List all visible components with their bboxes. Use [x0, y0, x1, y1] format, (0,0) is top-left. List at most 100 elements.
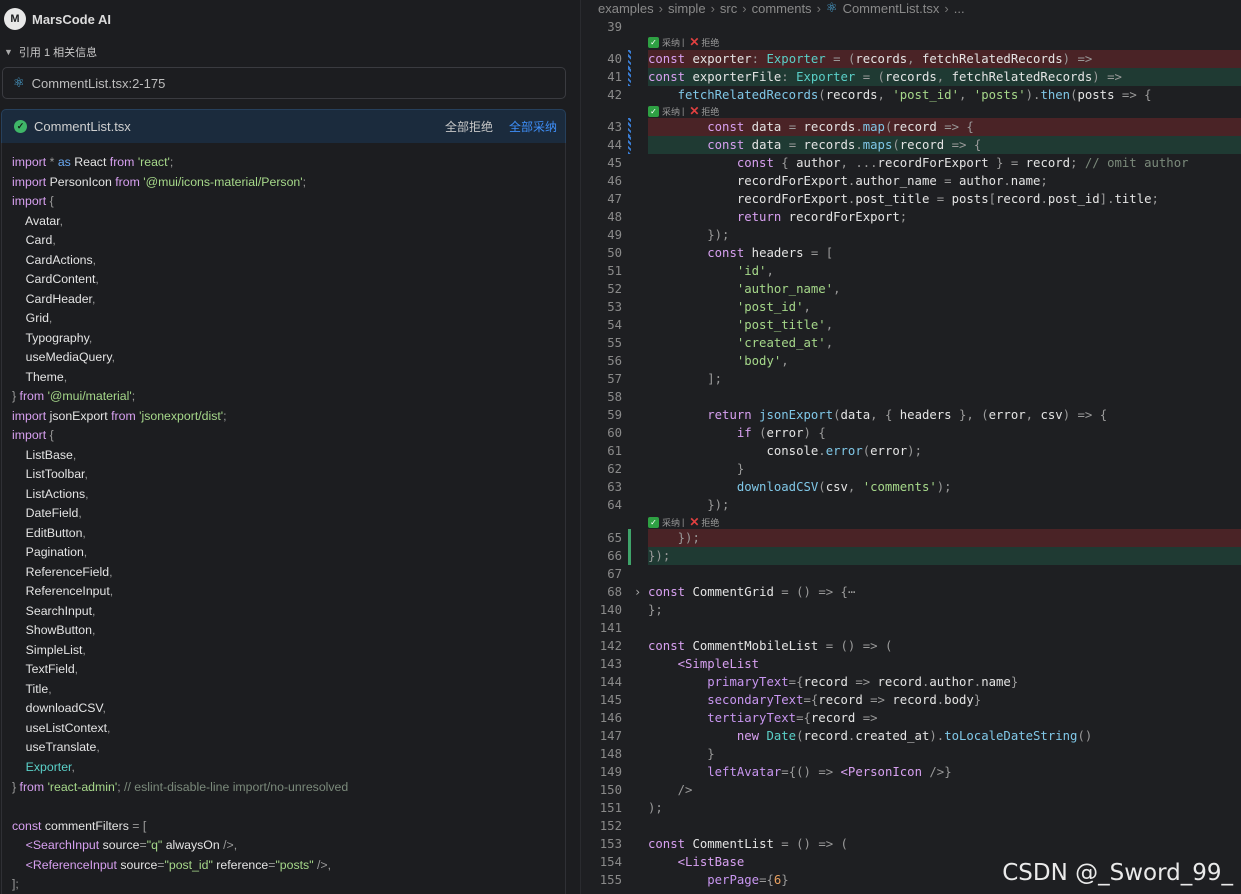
reference-toggle[interactable]: ▼ 引用 1 相关信息 [4, 44, 97, 60]
card-code-line: ListBase, [25, 447, 77, 462]
line-number: 62 [607, 462, 622, 476]
diff-gutter-marker [628, 118, 631, 136]
code-card-header: ✓ CommentList.tsx 全部拒绝 全部采纳 [1, 109, 566, 143]
code-line[interactable]: const { author, ...recordForExport } = r… [648, 154, 1241, 172]
line-number: 41 [607, 70, 622, 84]
chevron-right-icon: › [816, 0, 821, 16]
code-line[interactable]: tertiaryText={record => [648, 709, 1241, 727]
code-line[interactable]: ]; [648, 370, 1241, 388]
line-number: 147 [599, 729, 622, 743]
card-code-line: EditButton, [25, 525, 86, 540]
breadcrumb-item[interactable]: examples [598, 1, 654, 16]
code-line[interactable]: return recordForExport; [648, 208, 1241, 226]
code-line[interactable]: } [648, 460, 1241, 478]
code-line[interactable]: const CommentMobileList = () => ( [648, 637, 1241, 655]
inline-diff-actions: ✓ 采纳 | ✕ 拒绝 [648, 104, 719, 118]
code-line[interactable]: recordForExport.post_title = posts[recor… [648, 190, 1241, 208]
card-code-line: downloadCSV, [25, 701, 106, 716]
breadcrumb-item[interactable]: comments [752, 1, 812, 16]
action-divider: | [682, 517, 685, 527]
line-number: 56 [607, 354, 622, 368]
line-number: 153 [599, 837, 622, 851]
accept-button[interactable]: 采纳 [662, 105, 680, 118]
ai-chat-panel: M MarsCode AI ▼ 引用 1 相关信息 ⚛ CommentList.… [0, 0, 581, 894]
watermark: CSDN @_Sword_99_ [1002, 860, 1233, 886]
line-number: 60 [607, 426, 622, 440]
accept-all-button[interactable]: 全部采纳 [509, 118, 557, 135]
code-line[interactable]: }; [648, 601, 1241, 619]
card-code-line: SearchInput, [25, 603, 96, 618]
card-code-line: CardContent, [25, 272, 99, 287]
code-line[interactable]: return jsonExport(data, { headers }, (er… [648, 406, 1241, 424]
code-line[interactable] [648, 619, 1241, 637]
code-line[interactable]: console.error(error); [648, 442, 1241, 460]
check-box-icon: ✓ [648, 36, 659, 48]
card-code-line: ListActions, [25, 486, 89, 501]
card-code-line: Avatar, [25, 213, 64, 228]
breadcrumb-item[interactable]: CommentList.tsx [843, 1, 940, 16]
code-line[interactable]: <SimpleList [648, 655, 1241, 673]
code-line[interactable]: fetchRelatedRecords(records, 'post_id', … [648, 86, 1241, 104]
deleted-code-line[interactable]: }); [648, 529, 1241, 547]
fold-chevron-icon[interactable]: › [634, 583, 641, 601]
breadcrumb-item[interactable]: simple [668, 1, 706, 16]
card-code-line: Card, [25, 233, 56, 248]
deleted-code-line[interactable]: const data = records.map(record => { [648, 118, 1241, 136]
added-code-line[interactable]: const data = records.maps(record => { [648, 136, 1241, 154]
breadcrumb-item[interactable]: src [720, 1, 737, 16]
code-line[interactable]: 'body', [648, 352, 1241, 370]
reject-button[interactable]: 拒绝 [701, 105, 719, 118]
card-code-line [12, 797, 565, 817]
code-line[interactable]: new Date(record.created_at).toLocaleDate… [648, 727, 1241, 745]
code-line[interactable]: 'post_title', [648, 316, 1241, 334]
code-line[interactable] [648, 565, 1241, 583]
line-number: 49 [607, 228, 622, 242]
inline-diff-actions: ✓ 采纳 | ✕ 拒绝 [648, 35, 719, 49]
file-reference-chip[interactable]: ⚛ CommentList.tsx:2-175 [2, 67, 566, 99]
code-line[interactable]: }); [648, 496, 1241, 514]
card-code-line: <SearchInput source="q" alwaysOn />, [25, 838, 238, 853]
code-line[interactable]: secondaryText={record => record.body} [648, 691, 1241, 709]
line-number: 54 [607, 318, 622, 332]
code-line[interactable]: }); [648, 226, 1241, 244]
accept-button[interactable]: 采纳 [662, 36, 680, 49]
line-number: 144 [599, 675, 622, 689]
chevron-down-icon: ▼ [4, 47, 13, 57]
added-code-line[interactable]: const exporterFile: Exporter = (records,… [648, 68, 1241, 86]
reject-button[interactable]: 拒绝 [701, 516, 719, 529]
line-number: 39 [607, 20, 622, 34]
action-divider: | [682, 37, 685, 47]
breadcrumb-item[interactable]: ... [954, 1, 965, 16]
card-code-line: import jsonExport from 'jsonexport/dist'… [12, 408, 227, 423]
reject-all-button[interactable]: 全部拒绝 [445, 118, 493, 135]
code-line[interactable]: primaryText={record => record.author.nam… [648, 673, 1241, 691]
code-line[interactable]: recordForExport.author_name = author.nam… [648, 172, 1241, 190]
code-line[interactable] [648, 18, 1241, 36]
code-line[interactable]: const headers = [ [648, 244, 1241, 262]
deleted-code-line[interactable]: const exporter: Exporter = (records, fet… [648, 50, 1241, 68]
card-code-line: <ReferenceInput source="post_id" referen… [25, 857, 332, 872]
code-line[interactable]: 'id', [648, 262, 1241, 280]
code-line[interactable] [648, 388, 1241, 406]
code-line[interactable]: const CommentList = () => ( [648, 835, 1241, 853]
diff-gutter-marker [628, 50, 631, 68]
card-code-line: } from 'react-admin'; // eslint-disable-… [12, 779, 349, 794]
code-line[interactable] [648, 817, 1241, 835]
code-line[interactable]: } [648, 745, 1241, 763]
added-code-line[interactable]: }); [648, 547, 1241, 565]
code-line[interactable]: 'created_at', [648, 334, 1241, 352]
code-line[interactable]: if (error) { [648, 424, 1241, 442]
reference-label: 引用 1 相关信息 [18, 47, 98, 59]
card-code-line: Exporter, [25, 759, 75, 774]
code-line[interactable]: const CommentGrid = () => {⋯ [648, 583, 1241, 601]
card-code-line: import { [12, 428, 54, 443]
code-line[interactable]: 'author_name', [648, 280, 1241, 298]
code-line[interactable]: ); [648, 799, 1241, 817]
reject-button[interactable]: 拒绝 [701, 36, 719, 49]
code-line[interactable]: /> [648, 781, 1241, 799]
accept-button[interactable]: 采纳 [662, 516, 680, 529]
code-line[interactable]: downloadCSV(csv, 'comments'); [648, 478, 1241, 496]
code-line[interactable]: leftAvatar={() => <PersonIcon />} [648, 763, 1241, 781]
code-line[interactable]: 'post_id', [648, 298, 1241, 316]
line-number: 150 [599, 783, 622, 797]
